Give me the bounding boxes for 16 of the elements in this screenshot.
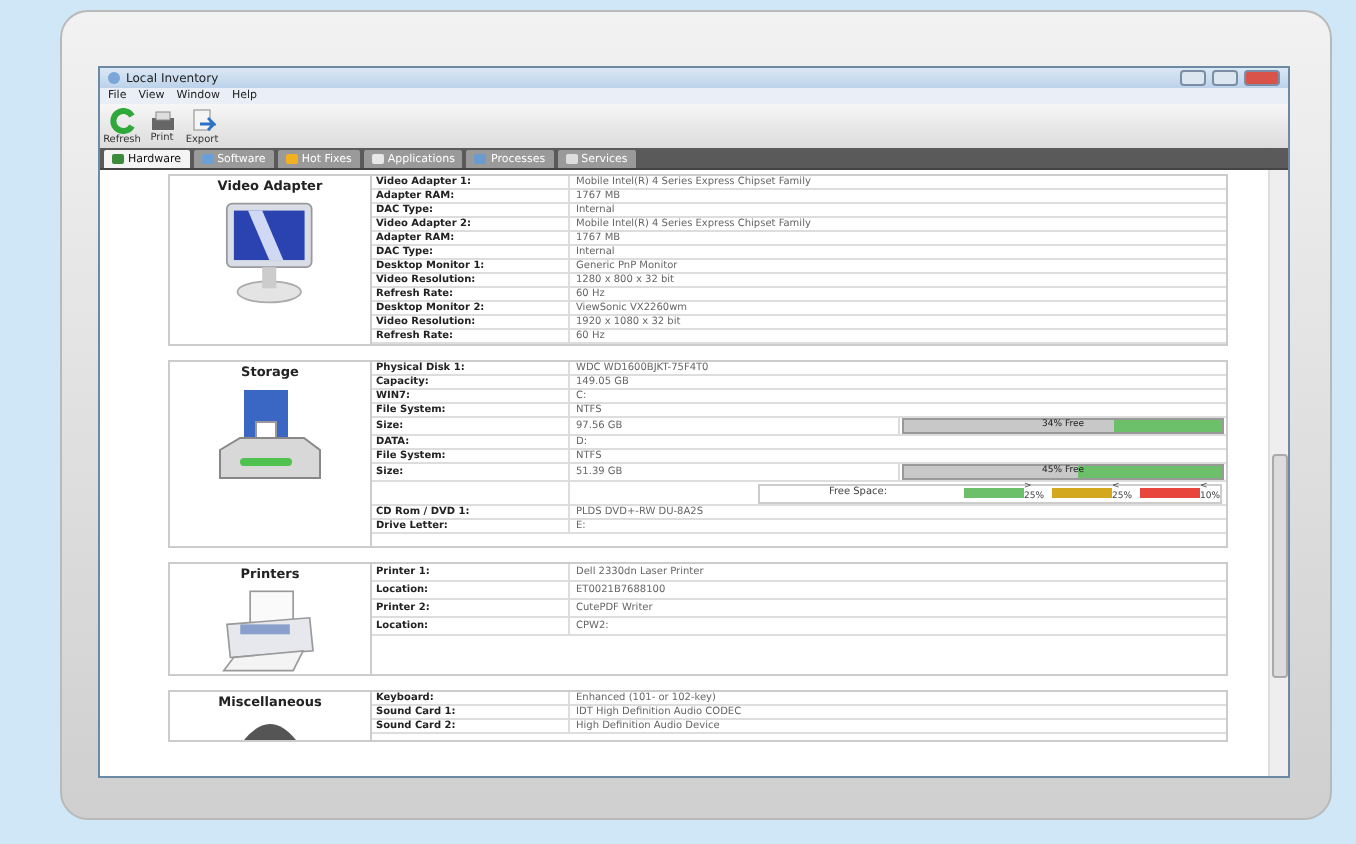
minimize-button[interactable] [1180, 70, 1206, 86]
printer-icon [220, 588, 320, 674]
export-icon [189, 107, 215, 133]
close-button[interactable] [1244, 70, 1280, 86]
printer-icon [149, 109, 175, 131]
scrollbar[interactable] [1268, 170, 1288, 776]
scroll-thumb[interactable] [1271, 454, 1287, 678]
maximize-button[interactable] [1212, 70, 1238, 86]
app-icon [108, 72, 120, 84]
refresh-icon [109, 107, 135, 133]
tab-icon [201, 154, 214, 164]
tab-icon [285, 154, 298, 164]
tab-icon [112, 154, 124, 164]
tab-icon [565, 154, 578, 164]
tab-icon [474, 154, 487, 164]
tab-icon [371, 154, 384, 164]
